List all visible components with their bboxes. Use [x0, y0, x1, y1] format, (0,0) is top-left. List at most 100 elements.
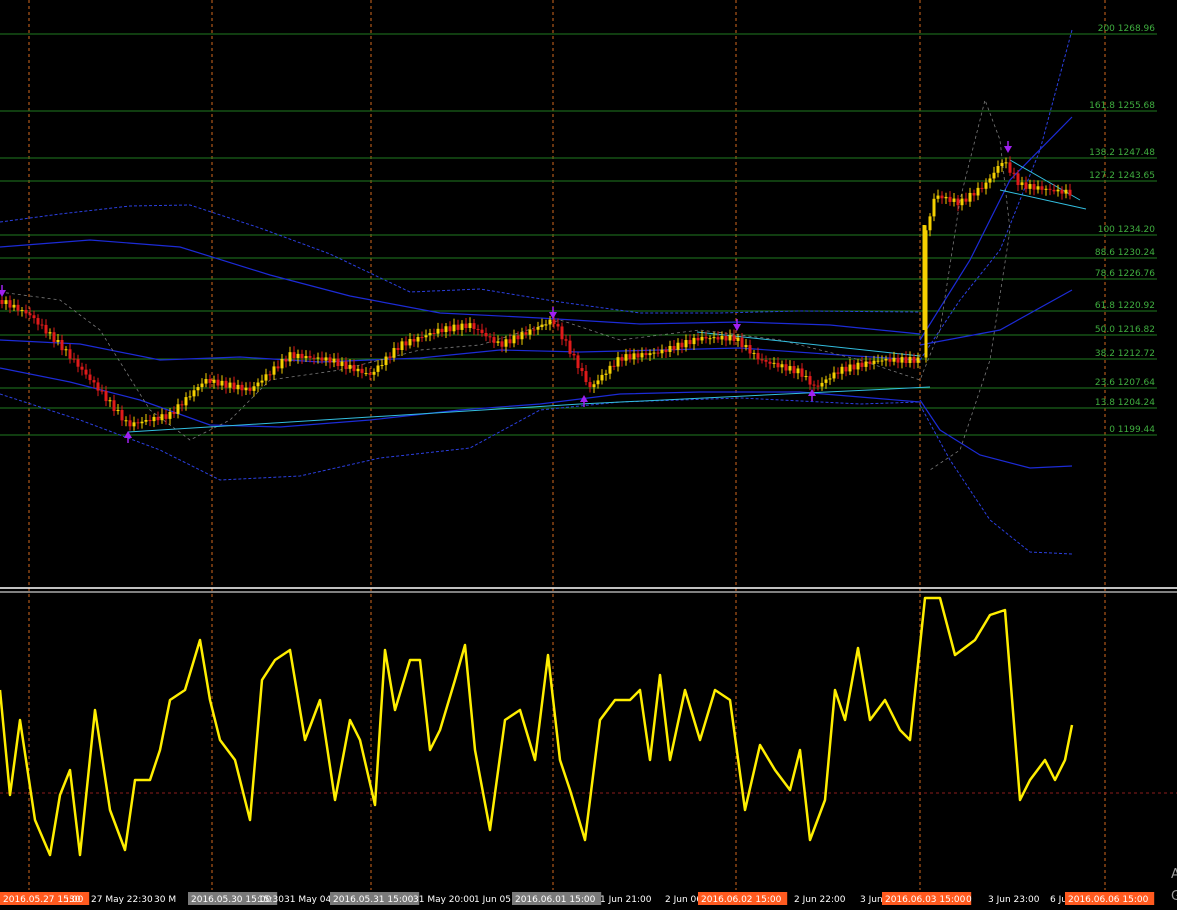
- trendline: [999, 189, 1087, 210]
- candle-body: [264, 374, 268, 381]
- candle-body: [268, 374, 272, 376]
- fib-level-label: 138.2 1247.48: [1089, 148, 1155, 158]
- fib-level-label: 38.2 1212.72: [1095, 349, 1155, 359]
- candle-body: [76, 359, 80, 367]
- candle-body: [748, 345, 752, 354]
- candle-body: [960, 198, 964, 206]
- candle-body: [36, 318, 40, 325]
- candle-body: [240, 384, 244, 391]
- candle-body: [208, 379, 212, 383]
- candle-body: [312, 357, 316, 359]
- candle-body: [980, 187, 984, 189]
- price-chart-canvas[interactable]: 200 1268.96 161.8 1255.68 138.2 1247.48 127…: [0, 0, 1177, 910]
- candle-body: [952, 198, 956, 202]
- candle-body: [20, 309, 24, 311]
- candle-body: [380, 365, 384, 367]
- candle-body: [480, 329, 484, 334]
- candle-body: [392, 348, 396, 358]
- candle-body: [708, 338, 712, 340]
- candle-body: [520, 332, 524, 340]
- candle-body: [664, 349, 668, 352]
- candle-body: [368, 373, 372, 375]
- candle-body: [104, 391, 108, 402]
- candle-body: [504, 339, 508, 347]
- candle-body: [388, 356, 392, 358]
- candle-body: [28, 313, 32, 316]
- pane-separator[interactable]: [0, 587, 1177, 593]
- candle-body: [328, 357, 332, 363]
- candle-body: [584, 371, 588, 383]
- candle-body: [888, 358, 892, 362]
- candle-body: [556, 324, 560, 327]
- candle-body: [700, 336, 704, 341]
- candle-body: [992, 172, 996, 179]
- candle-body: [420, 337, 424, 339]
- candle-body: [1048, 188, 1052, 190]
- candle-body: [508, 339, 512, 344]
- time-axis-label: 2016.06.01 15:00: [515, 895, 596, 905]
- candle-body: [260, 380, 264, 383]
- candle-body: [280, 359, 284, 369]
- candle-body: [348, 364, 352, 369]
- candle-body: [916, 357, 920, 363]
- candle-body: [200, 383, 204, 388]
- candle-body: [176, 404, 180, 414]
- candle-body: [876, 360, 880, 362]
- candle-body: [128, 420, 132, 427]
- candle-body: [872, 360, 876, 364]
- candle-body: [288, 352, 292, 362]
- fib-level-label: 50.0 1216.82: [1095, 325, 1155, 335]
- candle-body: [588, 382, 592, 388]
- time-axis-label: 27 May 22:30: [91, 895, 153, 905]
- candle-body: [780, 364, 784, 368]
- candle-body: [144, 420, 148, 422]
- candle-body: [592, 384, 596, 388]
- candle-body: [896, 357, 900, 363]
- candle-body: [296, 353, 300, 359]
- candle-body: [824, 379, 828, 383]
- candle-body: [944, 196, 948, 199]
- vertical-grid: [28, 0, 1106, 890]
- upper-band: [0, 239, 921, 335]
- candle-body: [856, 362, 860, 370]
- candle-body: [580, 368, 584, 372]
- candle-body: [156, 416, 160, 421]
- trendline: [579, 386, 931, 405]
- candle-body: [436, 328, 440, 334]
- time-axis-label: 31 May 04:: [284, 895, 334, 905]
- candle-body: [772, 362, 776, 364]
- candle-body: [848, 364, 852, 372]
- time-axis: 2016.05.27 15:00:30 27 May 22:30 30 M 2016.…: [0, 892, 1155, 905]
- candle-body: [988, 178, 992, 183]
- fib-level-label: 78.6 1226.76: [1095, 269, 1155, 279]
- candle-body: [764, 360, 768, 362]
- time-axis-label: 6 Ju: [1050, 895, 1067, 905]
- candle-body: [444, 326, 448, 333]
- candle-body: [284, 359, 288, 362]
- fib-level-label: 127.2 1243.65: [1089, 171, 1155, 181]
- candle-body: [832, 372, 836, 379]
- candle-body: [564, 339, 568, 341]
- candle-body: [360, 368, 364, 374]
- candle-body: [1032, 184, 1036, 190]
- candle-body: [0, 300, 4, 304]
- candle-body: [948, 196, 952, 202]
- candle-body: [680, 342, 684, 348]
- candle-body: [964, 198, 968, 202]
- candle-body: [336, 358, 340, 366]
- candle-body: [884, 358, 888, 361]
- candle-body: [844, 366, 848, 372]
- candle-body: [16, 304, 20, 311]
- candle-body: [656, 352, 660, 354]
- candle-body: [48, 332, 52, 334]
- candle-body: [548, 319, 552, 325]
- candle-body: [688, 340, 692, 345]
- candle-body: [96, 382, 100, 391]
- candle-body: [516, 335, 520, 340]
- oscillator-line: [0, 596, 1074, 857]
- candle-body: [120, 409, 124, 421]
- candle-body: [532, 329, 536, 331]
- candle-body: [660, 349, 664, 354]
- corner-letter: A: [1171, 867, 1177, 882]
- candle-body: [352, 364, 356, 372]
